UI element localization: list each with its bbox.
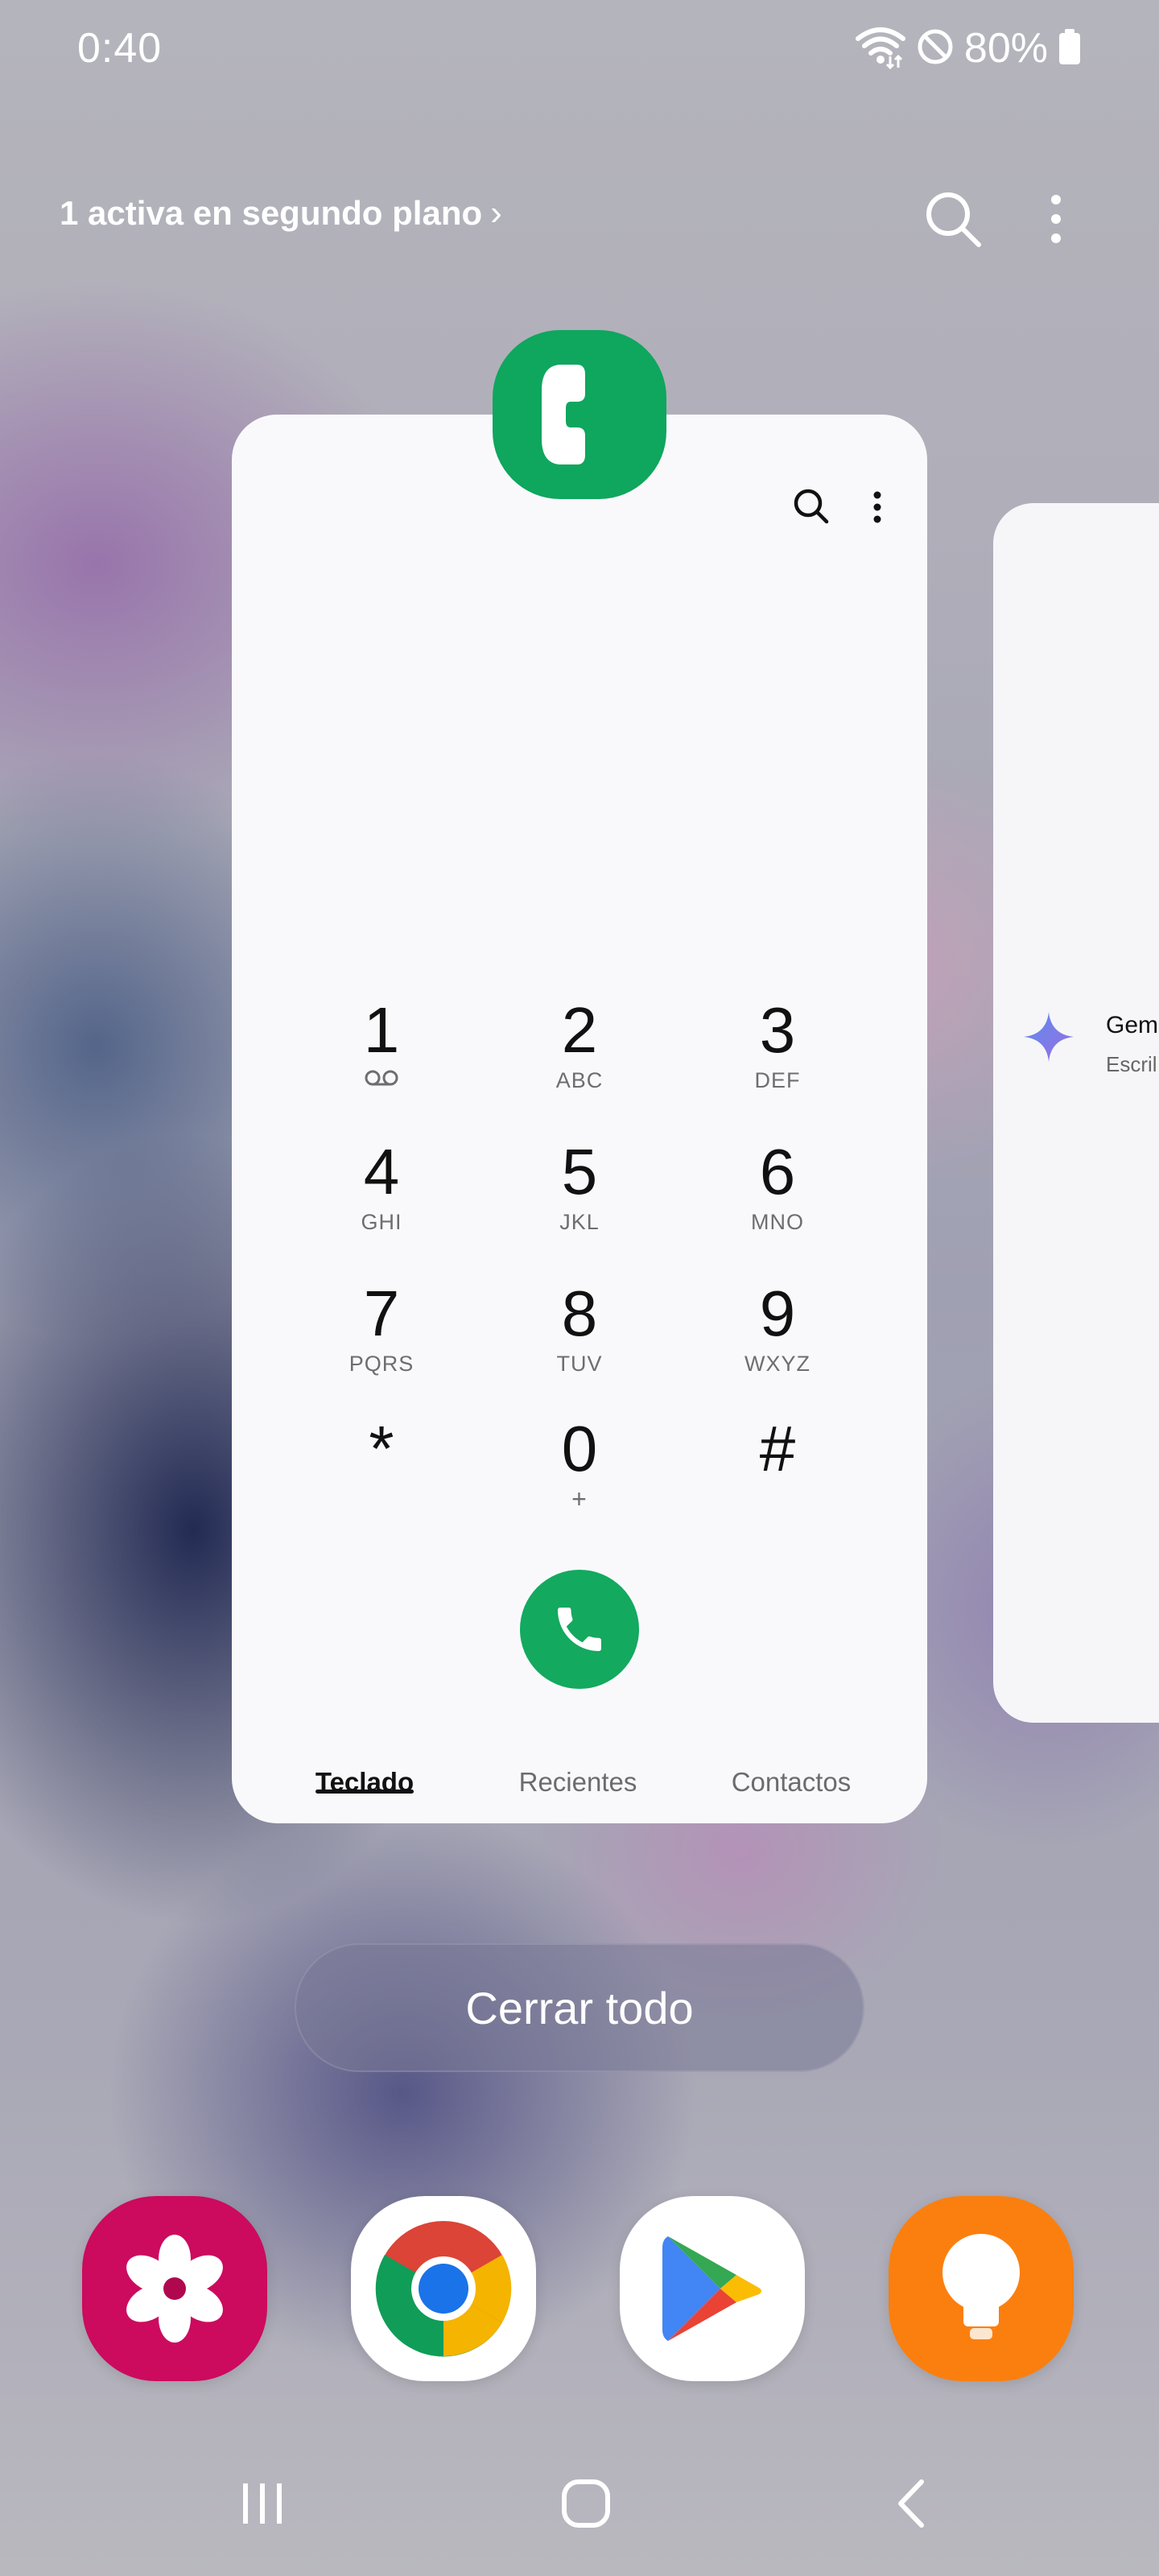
do-not-disturb-icon	[916, 27, 955, 70]
recents-header: 1 activa en segundo plano ›	[0, 177, 1159, 266]
gemini-card-title: Gem	[1106, 1012, 1159, 1038]
dial-key-3[interactable]: 3 DEF	[697, 994, 858, 1123]
status-icons: 80%	[855, 23, 1082, 74]
gemini-star-icon	[1022, 1010, 1075, 1063]
dialer-search-icon[interactable]	[784, 479, 840, 535]
phone-app-icon[interactable]	[493, 330, 666, 499]
dial-digit: #	[759, 1413, 796, 1484]
dial-digit: 6	[759, 1136, 796, 1208]
voicemail-icon	[301, 1067, 462, 1094]
dial-key-7[interactable]: 7 PQRS	[301, 1278, 462, 1406]
dial-key-4[interactable]: 4 GHI	[301, 1136, 462, 1265]
dial-key-star[interactable]: *	[301, 1413, 462, 1542]
background-activity-link[interactable]: 1 activa en segundo plano ›	[60, 193, 502, 233]
search-icon[interactable]	[921, 187, 985, 251]
dial-letters: MNO	[751, 1210, 804, 1234]
back-nav-icon[interactable]	[863, 2463, 959, 2544]
battery-icon	[1058, 27, 1082, 70]
close-all-button[interactable]: Cerrar todo	[295, 1943, 864, 2072]
dial-letters: WXYZ	[744, 1352, 810, 1376]
recent-app-card-gemini[interactable]: Gem Escril	[993, 503, 1159, 1723]
dialer-tabs: Teclado Recientes Contactos	[232, 1751, 927, 1815]
dial-key-5[interactable]: 5 JKL	[499, 1136, 660, 1265]
play-store-icon[interactable]	[620, 2196, 805, 2381]
active-tab-indicator	[316, 1790, 414, 1794]
close-all-label: Cerrar todo	[465, 1982, 694, 2033]
dialer-more-vert-icon[interactable]	[861, 479, 893, 535]
dial-digit: 8	[561, 1278, 598, 1349]
recent-app-card-phone[interactable]: 1 2 ABC 3 DEF 4 GHI 5 JKL 6 MNO 7 PQRS 8…	[232, 415, 927, 1823]
dial-digit: *	[369, 1413, 394, 1484]
dial-letters: DEF	[754, 1068, 801, 1092]
call-button[interactable]	[520, 1570, 639, 1689]
recents-nav-icon[interactable]	[214, 2463, 311, 2544]
chevron-right-icon: ›	[490, 193, 502, 233]
dial-digit: 0	[561, 1413, 598, 1484]
dial-plus: +	[571, 1484, 588, 1513]
dial-key-2[interactable]: 2 ABC	[499, 994, 660, 1123]
battery-percent: 80%	[963, 25, 1048, 72]
blossom-app-icon[interactable]	[82, 2196, 267, 2381]
dial-letters: TUV	[556, 1352, 603, 1376]
gemini-card-subtitle: Escril	[1106, 1052, 1157, 1076]
dial-letters: GHI	[361, 1210, 402, 1234]
dial-digit: 4	[363, 1136, 400, 1208]
background-activity-label: 1 activa en segundo plano	[60, 194, 483, 232]
tips-lightbulb-icon[interactable]	[889, 2196, 1074, 2381]
status-time: 0:40	[77, 25, 163, 72]
dial-key-hash[interactable]: #	[697, 1413, 858, 1542]
home-nav-icon[interactable]	[538, 2463, 634, 2544]
dial-key-9[interactable]: 9 WXYZ	[697, 1278, 858, 1406]
dial-digit: 3	[759, 994, 796, 1066]
dial-key-1[interactable]: 1	[301, 994, 462, 1123]
dial-key-0[interactable]: 0 +	[499, 1413, 660, 1542]
more-vert-icon[interactable]	[1024, 187, 1088, 251]
status-bar: 0:40 80%	[0, 0, 1159, 97]
tab-recents[interactable]: Recientes	[497, 1767, 658, 1798]
dial-key-6[interactable]: 6 MNO	[697, 1136, 858, 1265]
dial-letters: ABC	[555, 1068, 604, 1092]
wifi-data-icon	[855, 24, 906, 73]
phone-handset-icon	[558, 1608, 601, 1651]
dial-letters: PQRS	[349, 1352, 415, 1376]
dial-letters: JKL	[559, 1210, 600, 1234]
dial-digit: 5	[561, 1136, 598, 1208]
recents-screen: 0:40 80% 1 activa en segundo plano › Gem…	[0, 0, 1159, 2576]
dial-digit: 1	[363, 994, 400, 1066]
chrome-icon[interactable]	[351, 2196, 536, 2381]
dial-digit: 2	[561, 994, 598, 1066]
dial-digit: 9	[759, 1278, 796, 1349]
dial-key-8[interactable]: 8 TUV	[499, 1278, 660, 1406]
tab-contacts[interactable]: Contactos	[707, 1767, 876, 1798]
dial-digit: 7	[363, 1278, 400, 1349]
